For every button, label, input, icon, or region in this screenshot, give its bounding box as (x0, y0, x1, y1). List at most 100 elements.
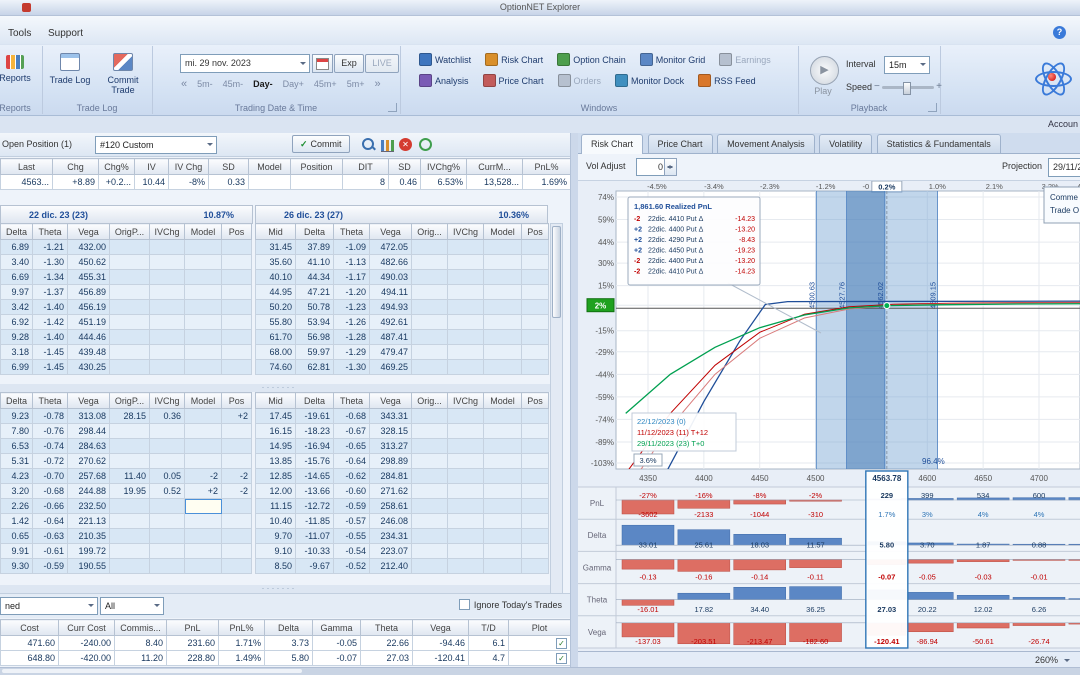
cell[interactable] (109, 423, 150, 439)
cell[interactable]: -0.70 (32, 468, 68, 484)
cell[interactable]: 9.91 (0, 543, 33, 559)
cell[interactable]: -0.54 (333, 543, 370, 559)
cell[interactable]: 12.00 (255, 483, 296, 499)
cell[interactable] (149, 498, 185, 514)
cell[interactable] (411, 483, 448, 499)
cell[interactable]: -1.30 (333, 359, 370, 375)
cell[interactable]: +2 (184, 483, 222, 499)
cell[interactable] (521, 528, 549, 544)
cell[interactable]: 210.35 (67, 528, 110, 544)
cell[interactable]: 1.69% (522, 174, 570, 190)
cell[interactable]: 432.00 (67, 239, 110, 255)
ribbon-button-rss-feed[interactable]: RSS Feed (693, 72, 761, 89)
cell[interactable] (149, 239, 185, 255)
trading-date-field[interactable]: mi. 29 nov. 2023 (180, 54, 310, 73)
table-row[interactable]: 0.65 -0.63 210.35 (0, 528, 252, 544)
cell[interactable]: 0.52 (149, 483, 185, 499)
nav-forward-icon[interactable] (371, 78, 383, 90)
cell[interactable] (109, 513, 150, 529)
cell[interactable]: 0.65 (0, 528, 33, 544)
cell[interactable]: -0.68 (333, 408, 370, 424)
cell[interactable]: -14.65 (295, 468, 334, 484)
cell[interactable]: 31.45 (255, 239, 296, 255)
cell[interactable]: 439.48 (67, 344, 110, 360)
table-row[interactable]: 50.20 50.78 -1.23 494.93 (255, 299, 549, 315)
cell[interactable]: -1.20 (333, 284, 370, 300)
nav-Dayminus[interactable]: Day- (248, 79, 278, 89)
cell[interactable]: 456.89 (67, 284, 110, 300)
cell[interactable]: -16.94 (295, 438, 334, 454)
tab-volatility[interactable]: Volatility (819, 134, 873, 153)
cell[interactable] (221, 543, 252, 559)
cell[interactable]: -0.78 (32, 408, 68, 424)
table-row[interactable]: 9.97 -1.37 456.89 (0, 284, 252, 300)
cell[interactable] (521, 483, 549, 499)
cell[interactable] (521, 329, 549, 345)
cell[interactable] (508, 635, 570, 651)
cell[interactable] (184, 513, 222, 529)
cell[interactable]: -1.42 (32, 314, 68, 330)
cell[interactable]: -2 (221, 483, 252, 499)
cell[interactable]: -1.45 (32, 359, 68, 375)
cell[interactable]: 0.46 (388, 174, 421, 190)
cell[interactable] (221, 314, 252, 330)
cell[interactable]: 19.95 (109, 483, 150, 499)
cell[interactable]: 7.80 (0, 423, 33, 439)
cell[interactable] (109, 299, 150, 315)
cell[interactable]: 61.70 (255, 329, 296, 345)
cell[interactable] (483, 468, 522, 484)
cell[interactable] (521, 359, 549, 375)
vol-adjust-input[interactable]: 0 (636, 158, 667, 176)
cell[interactable] (447, 254, 484, 270)
cell[interactable]: 8.40 (114, 635, 167, 651)
cell[interactable] (184, 453, 222, 469)
table-splitter[interactable] (0, 384, 558, 392)
cell[interactable]: 4563... (0, 174, 53, 190)
commit-trade-button[interactable]: Commit Trade (98, 50, 148, 102)
cell[interactable] (411, 314, 448, 330)
table-row[interactable]: 10.40 -11.85 -0.57 246.08 (255, 513, 549, 529)
cell[interactable] (521, 453, 549, 469)
cell[interactable] (483, 344, 522, 360)
cell[interactable] (221, 269, 252, 285)
cell[interactable] (447, 423, 484, 439)
cell[interactable] (184, 269, 222, 285)
cell[interactable] (184, 498, 222, 514)
cell[interactable]: 53.94 (295, 314, 334, 330)
cell[interactable] (521, 269, 549, 285)
projection-date-field[interactable]: 29/11/202 (1048, 158, 1080, 177)
cell[interactable] (521, 299, 549, 315)
cell[interactable] (521, 254, 549, 270)
cell[interactable]: 22.66 (360, 635, 413, 651)
cell[interactable]: 6.89 (0, 239, 33, 255)
cell[interactable] (508, 650, 570, 666)
nav-back-icon[interactable] (178, 78, 190, 90)
cell[interactable]: 284.63 (67, 438, 110, 454)
cell[interactable]: -0.63 (32, 528, 68, 544)
table-row[interactable]: 9.28 -1.40 444.46 (0, 329, 252, 345)
cell[interactable]: -0.57 (333, 513, 370, 529)
cell[interactable] (149, 513, 185, 529)
cell[interactable] (483, 453, 522, 469)
cell[interactable]: 257.68 (67, 468, 110, 484)
table-row[interactable]: 3.42 -1.40 456.19 (0, 299, 252, 315)
cell[interactable] (483, 254, 522, 270)
cell[interactable] (149, 359, 185, 375)
table-row[interactable]: 6.99 -1.45 430.25 (0, 359, 252, 375)
cell[interactable] (109, 239, 150, 255)
cell[interactable]: 3.42 (0, 299, 33, 315)
table-row[interactable]: 55.80 53.94 -1.26 492.61 (255, 314, 549, 330)
cell[interactable]: 9.30 (0, 558, 33, 574)
cell[interactable]: 6.1 (468, 635, 509, 651)
table-row[interactable]: 31.45 37.89 -1.09 472.05 (255, 239, 549, 255)
cell[interactable] (184, 408, 222, 424)
cell[interactable] (411, 359, 448, 375)
cell[interactable]: -0.64 (32, 513, 68, 529)
cell[interactable] (521, 513, 549, 529)
cell[interactable] (109, 314, 150, 330)
cell[interactable]: 13.85 (255, 453, 296, 469)
cell[interactable] (411, 329, 448, 345)
cell[interactable] (149, 254, 185, 270)
cell[interactable]: 4.7 (468, 650, 509, 666)
cell[interactable] (447, 513, 484, 529)
